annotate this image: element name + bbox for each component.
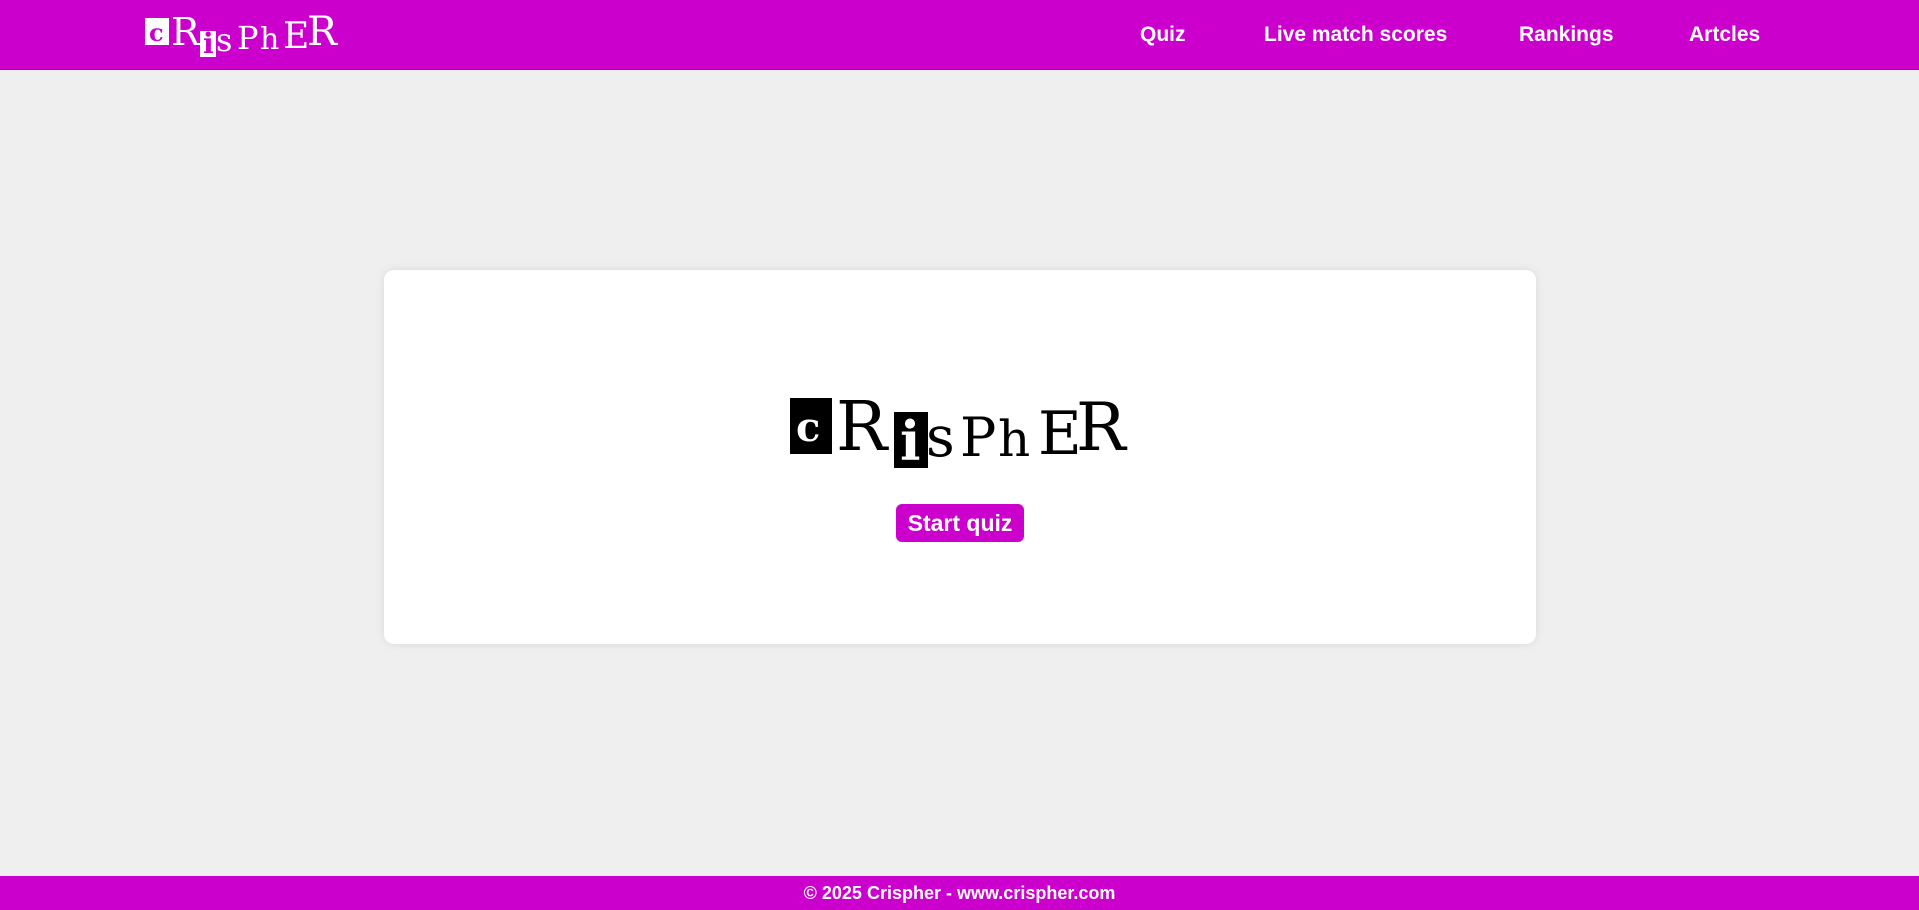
top-navigation-bar: c R i s P h E R Quiz Live match scores R… [0, 0, 1919, 70]
crispher-logo-icon: c R i s P h E R [790, 388, 1128, 473]
crispher-logo-icon: c R i s P h E R [145, 9, 339, 60]
svg-text:R: R [307, 11, 339, 55]
svg-text:c: c [149, 18, 164, 47]
svg-text:R: R [836, 388, 889, 467]
footer: © 2025 Crispher - www.crispher.com [0, 876, 1919, 910]
card-logo: c R i s P h E R [788, 388, 1133, 473]
quiz-start-card: c R i s P h E R Start quiz [384, 270, 1536, 644]
nav-live-match-scores[interactable]: Live match scores [1264, 0, 1447, 69]
svg-text:R: R [171, 11, 201, 54]
svg-text:s: s [926, 405, 955, 470]
nav-quiz[interactable]: Quiz [1140, 0, 1186, 69]
copyright-text: © 2025 Crispher - www.crispher.com [803, 882, 1116, 903]
svg-text:R: R [1076, 389, 1128, 466]
start-quiz-button[interactable]: Start quiz [896, 504, 1024, 542]
svg-text:h: h [260, 22, 279, 57]
svg-text:h: h [998, 410, 1030, 468]
svg-text:P: P [237, 19, 259, 57]
nav-rankings[interactable]: Rankings [1519, 0, 1614, 69]
svg-text:s: s [216, 21, 232, 59]
svg-text:E: E [283, 16, 309, 57]
svg-text:c: c [796, 404, 820, 451]
svg-text:P: P [960, 406, 996, 469]
svg-text:i: i [900, 409, 921, 470]
svg-text:i: i [203, 27, 214, 60]
nav-articles[interactable]: Artcles [1689, 0, 1760, 69]
site-logo[interactable]: c R i s P h E R [143, 9, 343, 61]
